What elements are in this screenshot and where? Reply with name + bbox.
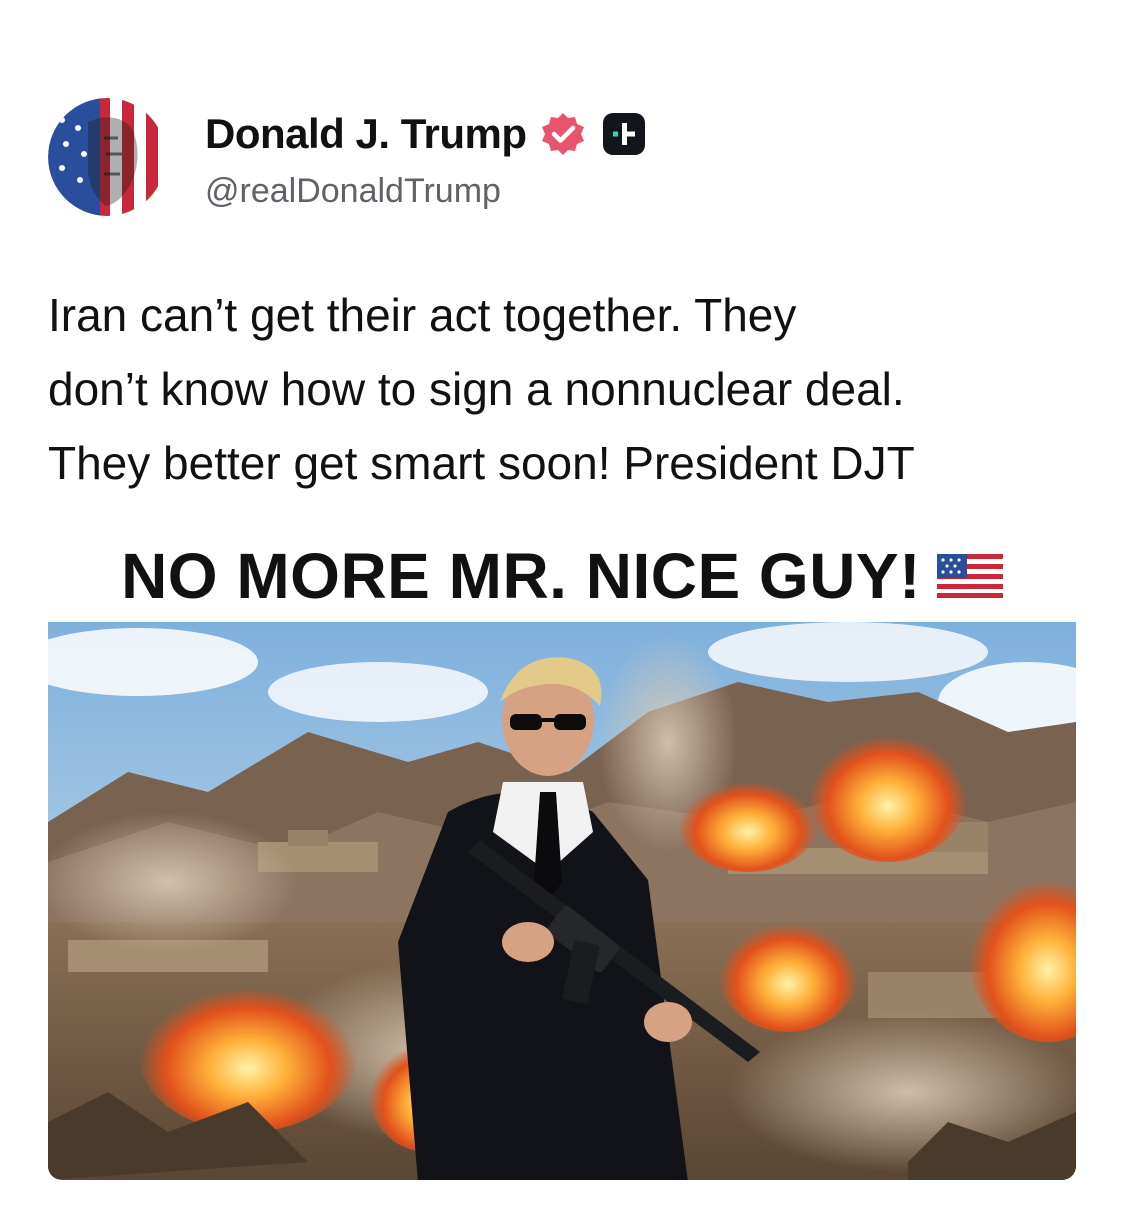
author-handle[interactable]: @realDonaldTrump <box>205 172 501 211</box>
post-text-line: They better get smart soon! President DJ… <box>48 437 915 489</box>
plus-badge-icon <box>602 113 645 155</box>
post-card: Donald J. Trump @realDonaldTrump Iran ca… <box>0 0 1125 1230</box>
verified-badge-icon <box>541 113 584 155</box>
avatar[interactable] <box>48 98 166 216</box>
post-media[interactable]: NO MORE MR. NICE GUY! <box>48 530 1076 1180</box>
media-image <box>48 622 1076 1180</box>
avatar-image <box>48 98 166 216</box>
author-name-row: Donald J. Trump <box>205 106 645 162</box>
media-caption: NO MORE MR. NICE GUY! <box>48 530 1076 622</box>
us-flag-icon <box>936 554 1003 598</box>
media-caption-text: NO MORE MR. NICE GUY! <box>121 540 921 612</box>
post-text-line: don’t know how to sign a nonnuclear deal… <box>48 363 905 415</box>
author-display-name[interactable]: Donald J. Trump <box>205 110 527 158</box>
post-text: Iran can’t get their act together. They … <box>48 278 1088 500</box>
post-text-line: Iran can’t get their act together. They <box>48 289 797 341</box>
